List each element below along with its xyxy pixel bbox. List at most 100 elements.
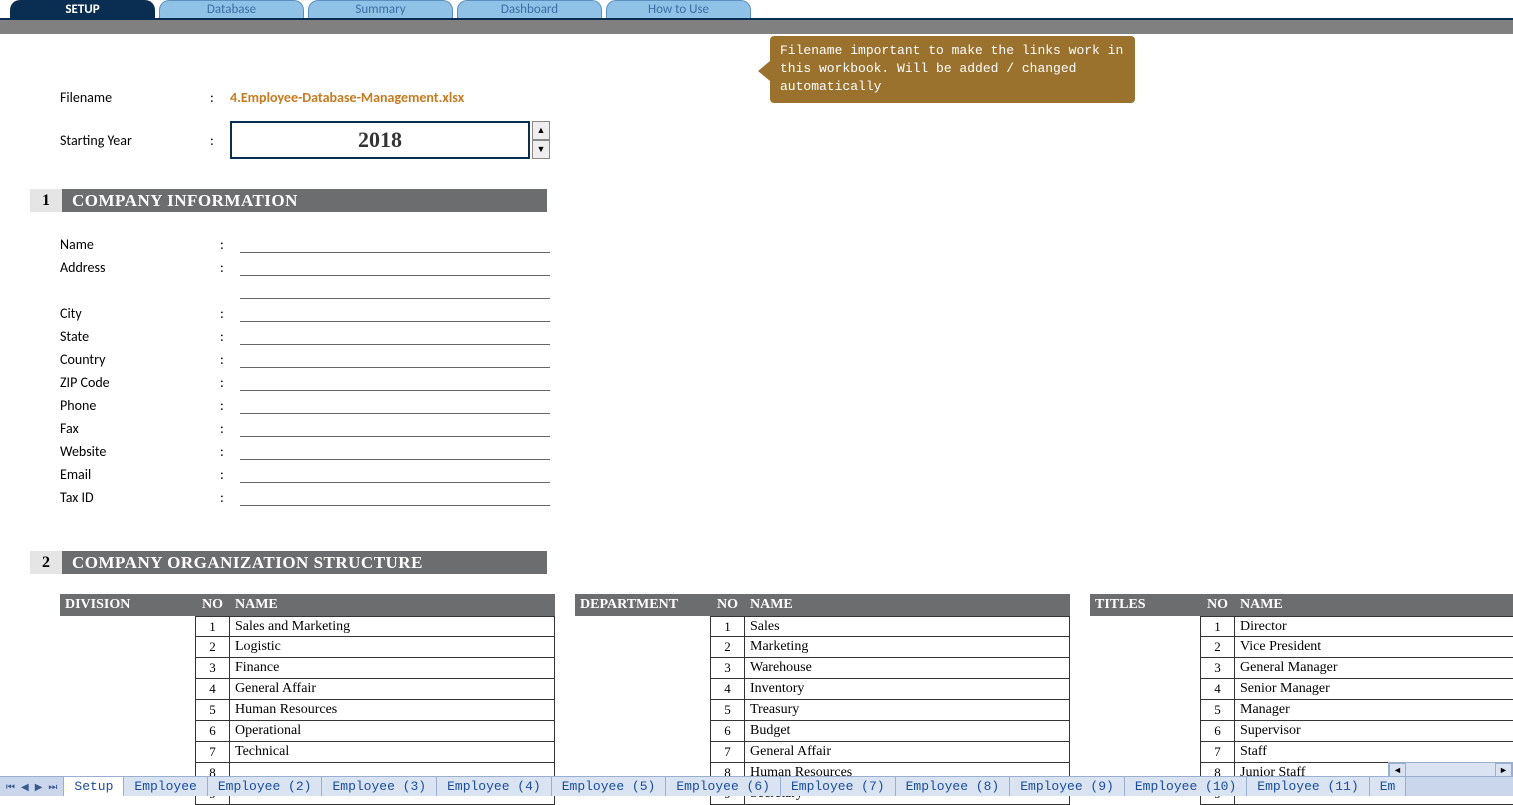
row-name[interactable]: Vice President <box>1235 637 1513 658</box>
row-no: 6 <box>710 721 745 742</box>
field-label: City <box>60 305 220 322</box>
separator-strip <box>0 20 1513 34</box>
tab-setup[interactable]: SETUP <box>10 0 155 18</box>
row-no: 7 <box>1200 742 1235 763</box>
table-row: 6Supervisor <box>1090 721 1513 742</box>
row-name[interactable]: Treasury <box>745 700 1070 721</box>
row-name[interactable]: Finance <box>230 658 555 679</box>
filename-value: 4.Employee-Database-Management.xlsx <box>230 89 464 106</box>
table-row: 4General Affair <box>60 679 555 700</box>
table-row: 7General Affair <box>575 742 1070 763</box>
taxid-input[interactable] <box>240 488 550 506</box>
row-no: 5 <box>710 700 745 721</box>
no-header: NO <box>710 597 745 613</box>
sheet-tab-employee-7[interactable]: Employee (7) <box>781 777 896 796</box>
row-name[interactable]: Sales and Marketing <box>230 616 555 637</box>
row-name[interactable]: Inventory <box>745 679 1070 700</box>
row-no: 5 <box>195 700 230 721</box>
section-1-title: COMPANY INFORMATION <box>62 189 547 212</box>
table-row: 2Marketing <box>575 637 1070 658</box>
table-row: 5Manager <box>1090 700 1513 721</box>
spinner-down-button[interactable]: ▼ <box>532 140 550 159</box>
zip-input[interactable] <box>240 373 550 391</box>
sheet-tab-employee-4[interactable]: Employee (4) <box>437 777 552 796</box>
sheet-tab-employee-3[interactable]: Employee (3) <box>322 777 437 796</box>
row-no: 3 <box>195 658 230 679</box>
field-label: State <box>60 328 220 345</box>
row-no: 1 <box>710 616 745 637</box>
row-no: 3 <box>1200 658 1235 679</box>
row-name[interactable]: Marketing <box>745 637 1070 658</box>
field-label: Email <box>60 466 220 483</box>
sheet-tab-truncated[interactable]: Em <box>1370 777 1407 796</box>
table-row: 4Senior Manager <box>1090 679 1513 700</box>
row-no: 7 <box>195 742 230 763</box>
name-input[interactable] <box>240 235 550 253</box>
name-header: NAME <box>230 597 555 613</box>
sheet-tab-employee-5[interactable]: Employee (5) <box>552 777 667 796</box>
name-header: NAME <box>745 597 1070 613</box>
year-spinner: ▲ ▼ <box>532 121 550 159</box>
row-name[interactable]: Senior Manager <box>1235 679 1513 700</box>
fax-input[interactable] <box>240 419 550 437</box>
last-sheet-icon[interactable]: ⏭ <box>46 780 59 793</box>
state-input[interactable] <box>240 327 550 345</box>
address-input[interactable] <box>240 258 550 276</box>
tab-summary[interactable]: Summary <box>308 0 453 18</box>
row-name[interactable]: General Affair <box>230 679 555 700</box>
sheet-tab-employee-11[interactable]: Employee (11) <box>1247 777 1369 796</box>
tab-howtouse[interactable]: How to Use <box>606 0 751 18</box>
sheet-tab-employee-9[interactable]: Employee (9) <box>1010 777 1125 796</box>
table-row: 3General Manager <box>1090 658 1513 679</box>
row-name[interactable]: Supervisor <box>1235 721 1513 742</box>
phone-input[interactable] <box>240 396 550 414</box>
starting-year-input[interactable]: 2018 <box>230 121 530 159</box>
field-label: ZIP Code <box>60 374 220 391</box>
row-no: 2 <box>710 637 745 658</box>
prev-sheet-icon[interactable]: ◀ <box>19 780 31 793</box>
tab-database[interactable]: Database <box>159 0 304 18</box>
row-name[interactable]: Sales <box>745 616 1070 637</box>
website-input[interactable] <box>240 442 550 460</box>
next-sheet-icon[interactable]: ▶ <box>33 780 45 793</box>
tab-dashboard[interactable]: Dashboard <box>457 0 602 18</box>
row-no: 1 <box>195 616 230 637</box>
sheet-tab-employee-8[interactable]: Employee (8) <box>896 777 1011 796</box>
colon: : <box>210 89 230 106</box>
table-row: 4Inventory <box>575 679 1070 700</box>
row-name[interactable]: Budget <box>745 721 1070 742</box>
department-header: DEPARTMENT <box>575 597 710 613</box>
row-name[interactable]: Staff <box>1235 742 1513 763</box>
sheet-tab-employee[interactable]: Employee <box>124 777 207 796</box>
table-row: 6Budget <box>575 721 1070 742</box>
country-input[interactable] <box>240 350 550 368</box>
row-name[interactable]: Human Resources <box>230 700 555 721</box>
row-name[interactable]: Technical <box>230 742 555 763</box>
sheet-tab-employee-6[interactable]: Employee (6) <box>666 777 781 796</box>
section-2-title: COMPANY ORGANIZATION STRUCTURE <box>62 551 547 574</box>
row-no: 1 <box>1200 616 1235 637</box>
table-row: 3Finance <box>60 658 555 679</box>
field-label: Fax <box>60 420 220 437</box>
row-name[interactable]: Director <box>1235 616 1513 637</box>
titles-header: TITLES <box>1090 597 1200 613</box>
section-1-number: 1 <box>30 189 62 212</box>
field-label: Name <box>60 236 220 253</box>
row-name[interactable]: Warehouse <box>745 658 1070 679</box>
sheet-tab-setup[interactable]: Setup <box>64 777 124 796</box>
city-input[interactable] <box>240 304 550 322</box>
sheet-tab-employee-10[interactable]: Employee (10) <box>1125 777 1247 796</box>
row-no: 2 <box>1200 637 1235 658</box>
row-name[interactable]: Operational <box>230 721 555 742</box>
row-name[interactable]: General Manager <box>1235 658 1513 679</box>
first-sheet-icon[interactable]: ⏮ <box>4 780 17 793</box>
sheet-tab-employee-2[interactable]: Employee (2) <box>208 777 323 796</box>
row-name[interactable]: Manager <box>1235 700 1513 721</box>
table-row: 3Warehouse <box>575 658 1070 679</box>
address2-input[interactable] <box>240 281 550 299</box>
row-name[interactable]: General Affair <box>745 742 1070 763</box>
table-row: 1Sales <box>575 616 1070 637</box>
row-name[interactable]: Logistic <box>230 637 555 658</box>
email-input[interactable] <box>240 465 550 483</box>
spinner-up-button[interactable]: ▲ <box>532 121 550 140</box>
